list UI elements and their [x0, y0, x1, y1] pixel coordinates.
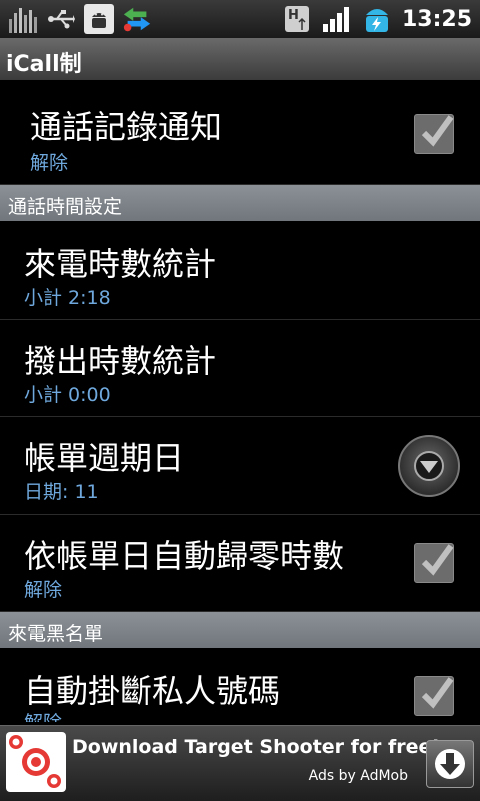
pref-outgoing-time-stats[interactable]: 撥出時數統計 小計 0:00 [0, 320, 480, 417]
download-icon [435, 749, 465, 779]
checkbox[interactable] [414, 543, 454, 583]
pref-title: 依帳單日自動歸零時數 [24, 537, 345, 575]
status-bar: H 13:25 [0, 0, 480, 38]
ad-banner[interactable]: Download Target Shooter for free! Ads by… [0, 725, 480, 801]
svg-text:H: H [288, 8, 299, 23]
pref-title: 自動掛斷私人號碼 [24, 672, 281, 710]
pref-title: 來電時數統計 [24, 245, 217, 283]
pref-summary: 日期: 11 [24, 481, 99, 503]
pref-auto-hangup-private[interactable]: 自動掛斷私人號碼 解除 [0, 648, 480, 722]
checkbox[interactable] [414, 114, 454, 154]
section-header-label: 來電黑名單 [8, 623, 104, 645]
android-debug-icon [84, 4, 114, 34]
pref-incoming-time-stats[interactable]: 來電時數統計 小計 2:18 [0, 221, 480, 320]
section-header-label: 通話時間設定 [8, 196, 123, 218]
usb-icon [46, 4, 76, 34]
ad-headline[interactable]: Download Target Shooter for free! [72, 736, 440, 758]
target-icon [6, 732, 66, 792]
section-header-call-time: 通話時間設定 [0, 185, 480, 221]
download-button[interactable] [426, 740, 474, 788]
pref-summary: 解除 [24, 708, 62, 722]
pref-summary: 解除 [30, 152, 69, 174]
signal-icon [322, 4, 352, 34]
ad-attribution: Ads by AdMob [308, 768, 408, 784]
dropdown-button[interactable] [398, 435, 460, 497]
pref-summary: 小計 2:18 [24, 287, 111, 309]
pref-auto-reset-on-billing-day[interactable]: 依帳單日自動歸零時數 解除 [0, 515, 480, 612]
pref-summary: 小計 0:00 [24, 384, 111, 406]
checkbox[interactable] [414, 676, 454, 716]
pref-title: 帳單週期日 [24, 439, 185, 477]
pref-title: 撥出時數統計 [24, 342, 217, 380]
title-bar: iCall制 [0, 38, 480, 82]
pref-title: 通話記錄通知 [30, 108, 223, 146]
h-data-icon: H [282, 4, 312, 34]
pref-billing-cycle-day[interactable]: 帳單週期日 日期: 11 [0, 417, 480, 515]
app-title: iCall制 [6, 52, 82, 77]
pref-call-log-notification[interactable]: 通話記錄通知 解除 [0, 82, 480, 185]
battery-charging-icon [362, 4, 392, 34]
pref-summary: 解除 [24, 579, 63, 601]
preferences-list: 通話記錄通知 解除 通話時間設定 來電時數統計 小計 2:18 撥出時數統計 小… [0, 82, 480, 722]
equalizer-icon [8, 4, 38, 34]
sync-arrows-icon [122, 4, 152, 34]
section-header-blacklist: 來電黑名單 [0, 612, 480, 648]
status-clock: 13:25 [401, 6, 472, 32]
